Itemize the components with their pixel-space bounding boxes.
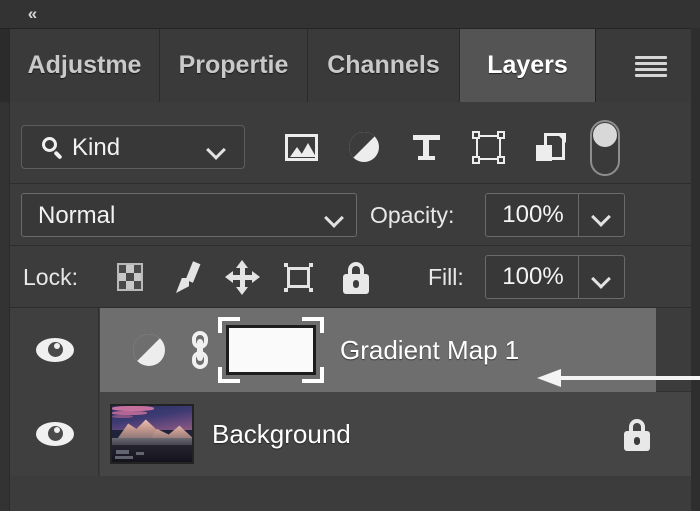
lock-position-icon[interactable] xyxy=(225,260,260,295)
layer-filter-row: Kind xyxy=(10,102,692,184)
layer-visibility-cell[interactable] xyxy=(10,308,99,392)
toggle-knob xyxy=(593,123,617,147)
chevron-down-icon xyxy=(594,210,609,219)
blend-mode-row: Normal Opacity: 100% xyxy=(10,184,692,246)
opacity-stepper[interactable] xyxy=(578,194,624,236)
layer-list: Gradient Map 1 Background xyxy=(10,308,692,511)
layer-row-body[interactable]: Background xyxy=(100,392,692,476)
panel-right-gutter xyxy=(691,28,700,511)
lock-all-icon[interactable] xyxy=(339,260,373,294)
tab-adjustments[interactable]: Adjustme xyxy=(10,29,160,102)
selection-bracket-icon xyxy=(302,367,324,383)
table-row[interactable]: Background xyxy=(10,392,692,476)
gradient-map-thumbnail[interactable] xyxy=(133,334,165,366)
lock-transparent-pixels-icon[interactable] xyxy=(113,260,147,294)
filter-kind-select[interactable]: Kind xyxy=(21,125,245,169)
panel-menu-button[interactable] xyxy=(621,29,681,102)
tab-channels[interactable]: Channels xyxy=(308,29,460,102)
annotation-arrow xyxy=(537,368,700,388)
filter-smart-object-layers-icon[interactable] xyxy=(531,128,569,166)
tab-rail: Adjustme Propertie Channels Layers xyxy=(9,29,691,102)
filter-pixel-layers-icon[interactable] xyxy=(282,128,320,166)
chevron-down-icon xyxy=(594,272,609,281)
fill-value: 100% xyxy=(502,263,564,290)
fill-label: Fill: xyxy=(428,264,464,290)
lock-row: Lock: Fill: 100% xyxy=(10,246,692,308)
search-icon xyxy=(42,137,64,160)
opacity-label: Opacity: xyxy=(370,202,455,228)
layer-mask-thumbnail[interactable] xyxy=(218,317,324,383)
blend-mode-select[interactable]: Normal xyxy=(21,193,357,237)
eye-icon[interactable] xyxy=(36,422,74,446)
blend-mode-value: Normal xyxy=(38,202,116,229)
collapse-panels-icon[interactable]: « xyxy=(18,4,46,24)
tab-layers[interactable]: Layers xyxy=(460,29,596,102)
opacity-value: 100% xyxy=(502,201,564,228)
selection-bracket-icon xyxy=(218,317,240,333)
selection-bracket-icon xyxy=(218,367,240,383)
filter-kind-label: Kind xyxy=(72,134,121,161)
layer-locked-icon[interactable] xyxy=(620,417,654,453)
filter-type-layers-icon[interactable] xyxy=(407,128,445,166)
arrow-head-icon xyxy=(537,369,561,387)
fill-field[interactable]: 100% xyxy=(485,255,625,299)
filter-adjustment-layers-icon[interactable] xyxy=(345,128,383,166)
lock-artboard-nesting-icon[interactable] xyxy=(282,260,316,294)
layer-thumbnail[interactable] xyxy=(110,404,194,464)
layer-name[interactable]: Gradient Map 1 xyxy=(340,335,519,365)
selection-bracket-icon xyxy=(302,317,324,333)
filter-shape-layers-icon[interactable] xyxy=(469,128,507,166)
layers-panel-body: Kind Normal Opacity: 100% Lock: Fill: 10… xyxy=(9,102,692,511)
opacity-field[interactable]: 100% xyxy=(485,193,625,237)
filter-enable-toggle[interactable] xyxy=(590,120,620,176)
layer-name[interactable]: Background xyxy=(212,419,351,449)
panel-collapse-bar: « xyxy=(0,0,700,28)
panel-tab-strip: Adjustme Propertie Channels Layers xyxy=(0,28,700,102)
lock-image-pixels-icon[interactable] xyxy=(170,260,204,294)
fill-stepper[interactable] xyxy=(578,256,624,298)
photoshop-layers-panel: « Adjustme Propertie Channels Layers Kin… xyxy=(0,0,700,511)
layer-visibility-cell[interactable] xyxy=(10,392,99,476)
lock-label: Lock: xyxy=(23,264,78,290)
arrow-shaft xyxy=(559,376,700,380)
chevron-down-icon[interactable] xyxy=(327,211,342,220)
hamburger-menu-icon xyxy=(635,56,667,77)
chevron-down-icon[interactable] xyxy=(209,143,224,152)
eye-icon[interactable] xyxy=(36,338,74,362)
link-icon[interactable] xyxy=(188,331,212,369)
tab-properties[interactable]: Propertie xyxy=(160,29,308,102)
